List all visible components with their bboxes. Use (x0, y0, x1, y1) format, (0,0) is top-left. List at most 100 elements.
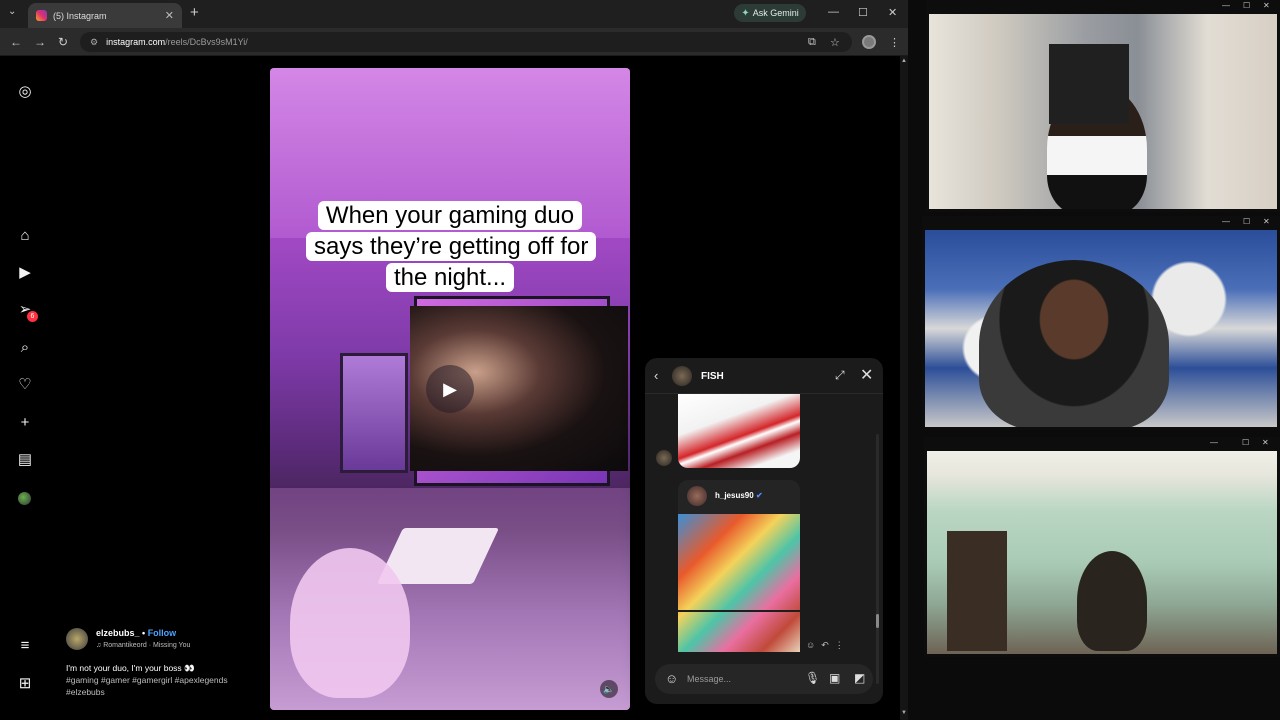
shared-post-image[interactable] (678, 514, 800, 652)
message-actions: ☺↶⋮ (806, 640, 850, 651)
install-app-icon[interactable]: ⧉ (808, 36, 816, 49)
reload-icon[interactable]: ↻ (58, 35, 68, 49)
audio-line[interactable]: ♫ Romantikeord · Missing You (96, 642, 190, 649)
close-icon[interactable]: ✕ (1263, 217, 1270, 226)
video-tile-1[interactable]: — ☐ ✕ (926, 0, 1280, 212)
scroll-up-icon[interactable]: ▲ (901, 58, 907, 64)
follow-button[interactable]: Follow (148, 628, 177, 638)
maximize-icon[interactable]: ☐ (858, 6, 868, 19)
maximize-icon[interactable]: ☐ (1243, 1, 1250, 10)
reel-hashtags[interactable]: #gaming #gamer #gamergirl #apexlegends #… (66, 674, 256, 698)
message-input[interactable] (687, 671, 787, 687)
reels-feed: When your gaming duo says they’re gettin… (50, 56, 900, 720)
close-window-icon[interactable]: ✕ (888, 6, 897, 19)
minimize-icon[interactable]: — (1222, 1, 1230, 10)
browser-window: ⌄ (5) Instagram ✕ + ✦ Ask Gemini — ☐ ✕ ←… (0, 0, 908, 720)
profile-avatar-icon[interactable] (18, 492, 31, 505)
reel-monitor-left (340, 353, 408, 473)
gemini-label: Ask Gemini (752, 8, 799, 18)
expand-icon[interactable]: ⤢ (835, 368, 845, 383)
dm-scroll-thumb[interactable] (876, 614, 879, 628)
apps-icon[interactable]: ⊞ (15, 674, 35, 694)
verified-badge-icon: ✔ (755, 491, 763, 500)
tab-bar: ⌄ (5) Instagram ✕ + ✦ Ask Gemini — ☐ ✕ (0, 0, 908, 28)
message-image[interactable] (678, 394, 800, 468)
reel-video[interactable]: When your gaming duo says they’re gettin… (270, 68, 630, 710)
creator-line: elzebubs_ • Follow (96, 628, 176, 638)
close-chat-icon[interactable]: ✕ (860, 365, 873, 385)
chat-avatar[interactable] (672, 366, 692, 386)
back-icon[interactable]: ← (10, 35, 22, 49)
back-chevron-icon[interactable]: ‹ (654, 368, 658, 383)
participant-figure (979, 260, 1169, 427)
close-icon[interactable]: ✕ (1263, 1, 1270, 10)
reel-description: I'm not your duo, I'm your boss 👀 (66, 663, 195, 673)
volume-icon[interactable]: 🔈 (600, 680, 618, 698)
more-icon[interactable]: ⋮ (835, 640, 850, 650)
home-icon[interactable]: ⌂ (15, 226, 35, 246)
maximize-icon[interactable]: ☐ (1242, 438, 1249, 447)
sticker-icon[interactable]: ◩ (854, 671, 865, 685)
video-tile-3[interactable]: — ☐ ✕ (924, 437, 1280, 657)
shared-post[interactable]: h_jesus90 ✔ (678, 480, 800, 652)
close-icon[interactable]: ✕ (1262, 438, 1269, 447)
creator-avatar[interactable] (66, 628, 88, 650)
ask-gemini-button[interactable]: ✦ Ask Gemini (734, 4, 806, 22)
react-emoji-icon[interactable]: ☺ (806, 640, 821, 650)
minimize-icon[interactable]: — (828, 6, 839, 18)
sender-avatar (656, 450, 672, 466)
close-tab-icon[interactable]: ✕ (165, 9, 174, 22)
tile-titlebar: — ☐ ✕ (924, 437, 1280, 451)
site-info-icon[interactable]: ⚙ (90, 37, 98, 48)
scroll-down-icon[interactable]: ▼ (901, 710, 907, 716)
shared-user-line: h_jesus90 ✔ (715, 491, 763, 500)
minimize-icon[interactable]: — (1210, 438, 1218, 447)
background-board (1049, 44, 1129, 124)
wardrobe (947, 531, 1007, 651)
tile-titlebar: — ☐ ✕ (926, 0, 1280, 14)
video-tile-2[interactable]: — ☐ ✕ (922, 216, 1280, 430)
browser-tab[interactable]: (5) Instagram ✕ (28, 3, 182, 28)
dashboard-icon[interactable]: ▤ (15, 450, 35, 470)
image-icon[interactable]: ▣ (829, 671, 840, 685)
dm-popup: ‹ FISH ⤢ ✕ h_jesus90 ✔ ☺↶⋮ ☺ Message... … (645, 358, 883, 704)
menu-icon[interactable]: ≡ (15, 636, 35, 656)
reply-icon[interactable]: ↶ (821, 640, 835, 650)
create-icon[interactable]: + (15, 413, 35, 433)
reels-icon[interactable]: ▶ (15, 263, 35, 283)
play-icon[interactable]: ▶ (426, 365, 474, 413)
bookmark-star-icon[interactable]: ☆ (830, 36, 840, 49)
url-field[interactable]: ⚙ instagram.com /reels/DcBvs9sM1Yi/ (80, 32, 852, 52)
participant-video (925, 230, 1277, 427)
participant-video (929, 14, 1277, 209)
heart-icon[interactable]: ♡ (15, 375, 35, 395)
browser-profile-icon[interactable] (862, 35, 876, 49)
browser-menu-icon[interactable]: ⋮ (889, 36, 900, 49)
instagram-favicon-icon (36, 10, 47, 21)
address-bar: ← → ↻ ⚙ instagram.com /reels/DcBvs9sM1Yi… (0, 28, 908, 56)
message-composer: ☺ 🎙 ▣ ◩ (655, 664, 873, 694)
tab-search-icon[interactable]: ⌄ (8, 6, 16, 17)
tab-title: (5) Instagram (53, 10, 107, 21)
emoji-icon[interactable]: ☺ (665, 671, 678, 686)
tile-titlebar: — ☐ ✕ (922, 216, 1280, 230)
shared-user-avatar (687, 486, 707, 506)
creator-username[interactable]: elzebubs_ (96, 628, 140, 638)
participant-video (927, 451, 1277, 654)
dm-scrollbar[interactable] (876, 434, 879, 684)
instagram-logo-icon[interactable]: ◎ (15, 82, 35, 102)
reel-plush (290, 548, 410, 698)
search-icon[interactable]: ⌕ (15, 338, 35, 358)
reel-caption: When your gaming duo says they’re gettin… (306, 200, 597, 293)
shared-username: h_jesus90 (715, 491, 754, 500)
messages-badge: 6 (27, 311, 38, 322)
audio-label: Romantikeord · Missing You (103, 642, 191, 649)
new-tab-icon[interactable]: + (190, 4, 199, 21)
instagram-sidebar: ◎ ⌂ ▶ ➢ 6 ⌕ ♡ + ▤ ≡ ⊞ (0, 56, 50, 720)
microphone-icon[interactable]: 🎙 (805, 671, 820, 685)
maximize-icon[interactable]: ☐ (1243, 217, 1250, 226)
forward-icon[interactable]: → (34, 35, 46, 49)
page-scrollbar[interactable]: ▲ ▼ (900, 56, 908, 720)
minimize-icon[interactable]: — (1222, 217, 1230, 226)
chat-name[interactable]: FISH (701, 371, 724, 382)
